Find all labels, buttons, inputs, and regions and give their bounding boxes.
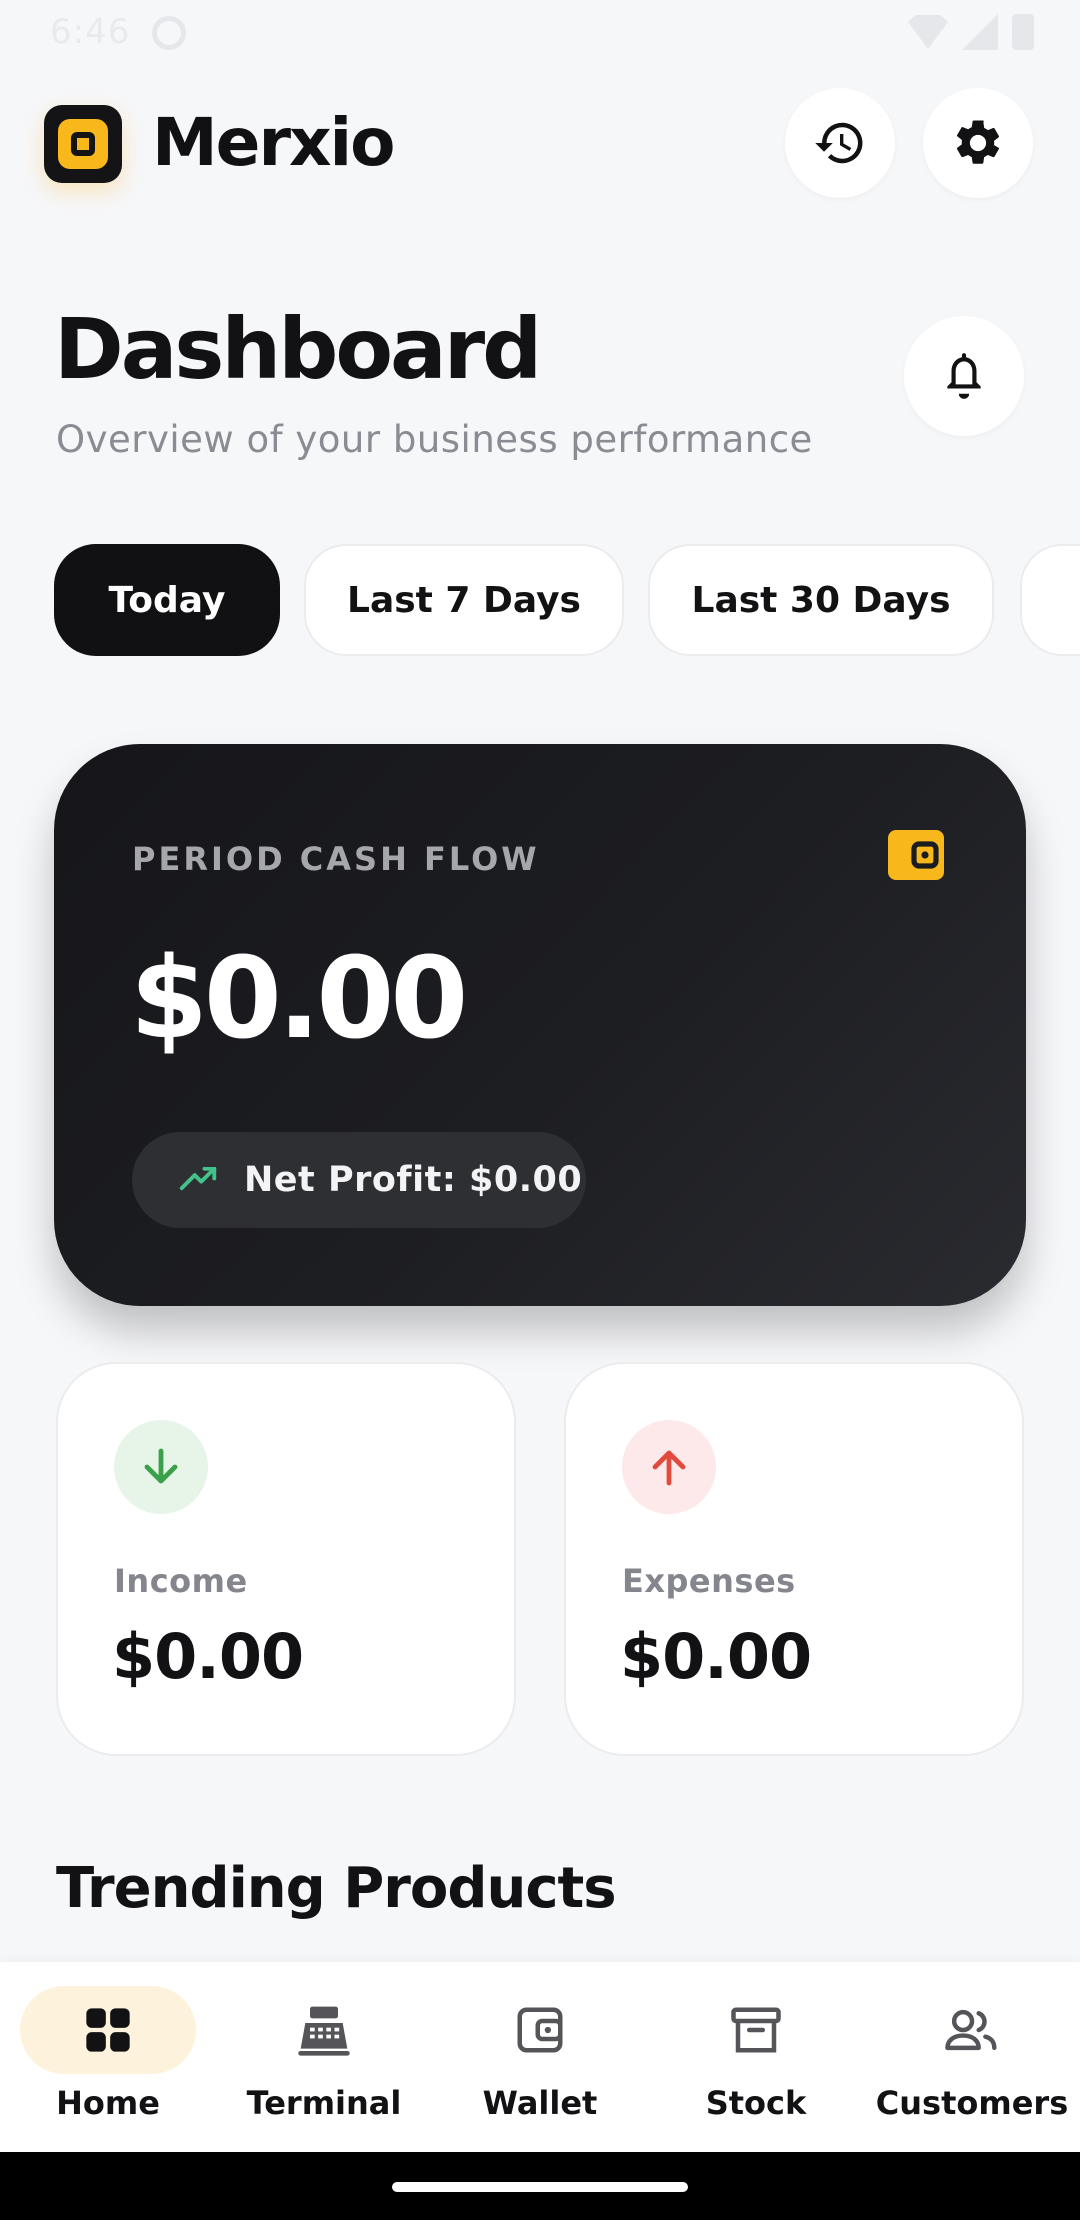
nav-item-home[interactable]: Home: [0, 1962, 216, 2152]
page-subtitle: Overview of your business performance: [56, 418, 813, 461]
filter-chip-last-30-days[interactable]: Last 30 Days: [648, 544, 994, 656]
nav-item-stock[interactable]: Stock: [648, 1962, 864, 2152]
nav-item-wallet[interactable]: Wallet: [432, 1962, 648, 2152]
nav-label-home: Home: [56, 2084, 160, 2122]
period-filter-chips: Today Last 7 Days Last 30 Days: [54, 544, 1080, 656]
status-time: 6:46: [50, 12, 131, 52]
archive-box-icon: [731, 2007, 781, 2053]
sync-status-icon: [152, 16, 186, 50]
wallet-icon: [517, 2007, 563, 2053]
nav-item-customers[interactable]: Customers: [864, 1962, 1080, 2152]
settings-button[interactable]: [923, 88, 1033, 198]
cash-flow-card: PERIOD CASH FLOW $0.00 Net Profit: $0.00: [54, 744, 1026, 1306]
arrow-down-icon: [144, 1448, 178, 1484]
people-icon: [945, 2009, 997, 2051]
nav-label-stock: Stock: [705, 2084, 807, 2122]
expenses-icon-badge: [622, 1420, 716, 1514]
gear-icon: [956, 120, 1000, 164]
expenses-card[interactable]: Expenses $0.00: [564, 1362, 1024, 1756]
app-header: Merxio: [0, 88, 1080, 200]
trending-products-title: Trending Products: [56, 1856, 617, 1921]
history-icon: [815, 122, 863, 164]
expenses-value: $0.00: [620, 1620, 812, 1693]
net-profit-text: Net Profit: $0.00: [244, 1160, 583, 1200]
filter-chip-more[interactable]: [1020, 544, 1080, 656]
notifications-button[interactable]: [904, 316, 1024, 436]
signal-icon: [962, 14, 998, 50]
cash-register-icon: [298, 2006, 350, 2056]
battery-icon: [1012, 14, 1034, 50]
trending-up-icon: [179, 1167, 217, 1191]
bottom-nav: Home Terminal Wallet Stock Customers: [0, 1962, 1080, 2152]
nav-label-wallet: Wallet: [482, 2084, 598, 2122]
bell-icon: [947, 353, 981, 399]
status-bar: 6:46: [0, 0, 1080, 68]
wifi-icon: [908, 15, 948, 49]
income-value: $0.00: [112, 1620, 304, 1693]
filter-chip-last-7-days[interactable]: Last 7 Days: [304, 544, 624, 656]
cash-flow-amount: $0.00: [130, 934, 468, 1064]
net-profit-pill: Net Profit: $0.00: [132, 1132, 586, 1228]
page-title: Dashboard: [54, 300, 542, 398]
income-label: Income: [114, 1562, 248, 1600]
grid-icon: [86, 2008, 130, 2052]
wallet-icon: [888, 830, 944, 880]
nav-label-customers: Customers: [875, 2084, 1069, 2122]
cash-flow-label: PERIOD CASH FLOW: [132, 840, 540, 878]
arrow-up-icon: [652, 1450, 686, 1486]
app-logo-icon: [44, 105, 122, 183]
nav-item-terminal[interactable]: Terminal: [216, 1962, 432, 2152]
status-icons: [908, 14, 1034, 50]
filter-chip-today[interactable]: Today: [54, 544, 280, 656]
history-button[interactable]: [785, 88, 895, 198]
app-title: Merxio: [152, 104, 396, 181]
income-card[interactable]: Income $0.00: [56, 1362, 516, 1756]
income-icon-badge: [114, 1420, 208, 1514]
nav-label-terminal: Terminal: [246, 2084, 402, 2122]
home-gesture-handle[interactable]: [392, 2182, 688, 2192]
system-gesture-area: [0, 2152, 1080, 2220]
expenses-label: Expenses: [622, 1562, 796, 1600]
